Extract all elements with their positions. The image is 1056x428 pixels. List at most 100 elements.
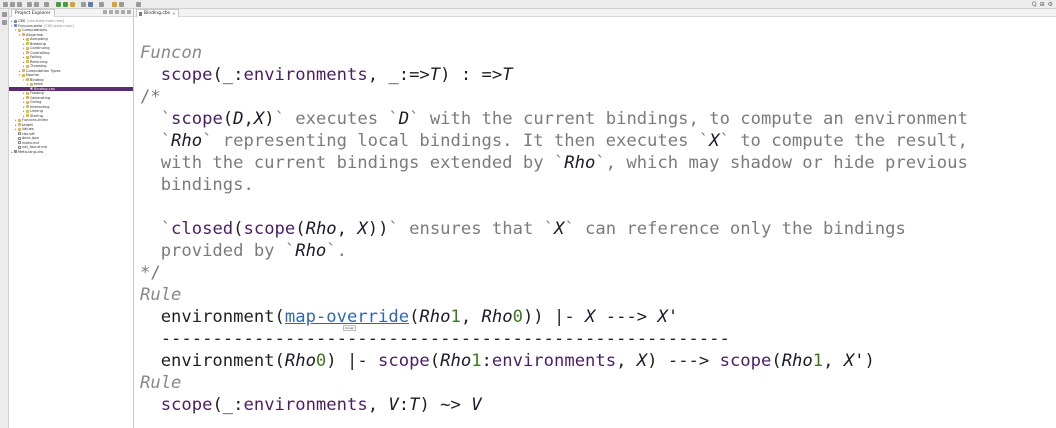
code-token: */ xyxy=(140,263,161,283)
code-token: environments xyxy=(243,65,368,85)
code-token: X xyxy=(585,307,596,327)
build-icon[interactable] xyxy=(27,2,32,7)
file-icon xyxy=(18,132,21,136)
code-token: Rho xyxy=(481,307,513,327)
folder-icon xyxy=(26,51,29,55)
code-line: */ xyxy=(140,262,1052,284)
code-line: bindings. xyxy=(140,174,1052,196)
code-link[interactable]: map-override xyxy=(285,307,409,327)
view-toolbar xyxy=(103,10,131,14)
project-icon xyxy=(14,19,17,23)
folder-icon xyxy=(30,82,33,86)
code-token: D xyxy=(233,109,244,129)
main-toolbar: Q ⊞ ⚙ xyxy=(0,0,1056,9)
code-token: environments xyxy=(491,351,617,371)
project-explorer-tab-label: Project Explorer xyxy=(15,11,51,16)
tab-project-explorer[interactable]: Project Explorer xyxy=(11,9,55,17)
code-token: X xyxy=(636,351,648,371)
new-icon[interactable] xyxy=(3,2,8,7)
file-icon xyxy=(18,141,21,145)
code-token: T xyxy=(502,65,513,85)
code-token: Rule xyxy=(140,285,182,305)
tree-item-label: Meta-lang-cbs xyxy=(18,149,44,154)
code-token: )) |- xyxy=(522,307,586,327)
folder-icon xyxy=(26,105,29,109)
java-icon[interactable]: ⚙ xyxy=(1048,1,1053,8)
open-type-icon[interactable] xyxy=(88,2,93,7)
project-icon xyxy=(14,150,17,154)
code-line: Rule xyxy=(140,284,1052,306)
code-token: )) xyxy=(367,219,389,239)
pin-icon[interactable] xyxy=(136,2,141,7)
folder-icon xyxy=(26,114,29,118)
folder-icon xyxy=(26,46,29,50)
code-token: , xyxy=(460,307,482,327)
restore-icon[interactable] xyxy=(2,12,7,17)
filter-icon[interactable] xyxy=(115,10,119,14)
code-token: ) xyxy=(864,351,875,371)
debug-icon[interactable] xyxy=(56,2,61,7)
folder-icon xyxy=(26,91,29,95)
code-token: (_: xyxy=(212,395,244,415)
code-token: Rho xyxy=(171,131,203,151)
print-icon[interactable] xyxy=(17,2,22,7)
code-token: ) ~> xyxy=(419,395,472,415)
perspective-icon[interactable]: ⊞ xyxy=(1040,1,1045,8)
outline-icon[interactable] xyxy=(2,20,7,25)
code-line: scope(_:environments, _:=>T) : =>T xyxy=(140,64,1052,86)
code-token: X' xyxy=(657,307,679,327)
perspective-switcher: Q ⊞ ⚙ xyxy=(1032,1,1053,8)
file-icon xyxy=(18,145,21,149)
code-token: V xyxy=(471,395,482,415)
file-icon xyxy=(30,87,33,91)
code-token: ( xyxy=(295,219,306,239)
code-token: , xyxy=(367,395,389,415)
code-token: T xyxy=(409,395,420,415)
view-menu-icon[interactable] xyxy=(121,10,125,14)
code-token: ` xyxy=(140,219,172,239)
save-icon[interactable] xyxy=(10,2,15,7)
file-icon xyxy=(139,11,142,16)
code-line: `Rho` representing local bindings. It th… xyxy=(140,130,1052,152)
project-icon xyxy=(14,24,17,28)
code-token: ` can reference only the bindings xyxy=(564,219,906,239)
code-token: scope xyxy=(160,395,213,415)
code-editor[interactable]: Funcon scope(_:environments, _:=>T) : =>… xyxy=(140,42,1052,416)
link-editor-icon[interactable] xyxy=(109,10,113,14)
external-tools-icon[interactable] xyxy=(70,2,75,7)
code-token: ` to compute the result, xyxy=(719,131,968,151)
code-token: ( xyxy=(233,219,244,239)
code-line: with the current bindings extended by `R… xyxy=(140,152,1052,174)
folder-icon xyxy=(26,42,29,46)
code-token: Rho xyxy=(419,307,451,327)
code-token: Funcon xyxy=(140,43,203,63)
code-token: , xyxy=(616,351,637,371)
code-token: scope xyxy=(719,351,772,371)
refresh-icon[interactable] xyxy=(34,2,39,7)
folder-icon xyxy=(26,96,29,100)
annotation-icon[interactable] xyxy=(99,2,104,7)
tree-item[interactable]: ▸ Meta-lang-cbs xyxy=(9,150,133,155)
toggle-icon[interactable] xyxy=(44,2,49,7)
navigate-forward-icon[interactable] xyxy=(119,2,124,7)
code-token: ) xyxy=(264,109,275,129)
close-icon[interactable]: ✕ xyxy=(172,10,175,17)
navigate-back-icon[interactable] xyxy=(112,2,117,7)
collapse-all-icon[interactable] xyxy=(103,10,107,14)
run-icon[interactable] xyxy=(63,2,68,7)
minimize-icon[interactable] xyxy=(127,10,131,14)
search-icon[interactable]: Q xyxy=(1032,1,1037,8)
code-token: V xyxy=(388,395,399,415)
search-tool-icon[interactable] xyxy=(81,2,86,7)
folder-icon xyxy=(26,60,29,64)
code-token: ` executes ` xyxy=(274,109,399,129)
tab-binding-cbs[interactable]: Binding.cbs ✕ xyxy=(136,9,180,17)
code-token: ( xyxy=(222,109,234,129)
code-token: ( xyxy=(429,351,441,371)
code-token: 1 xyxy=(471,351,482,371)
code-token: ) : => xyxy=(440,65,503,85)
code-token: scope xyxy=(243,219,296,239)
